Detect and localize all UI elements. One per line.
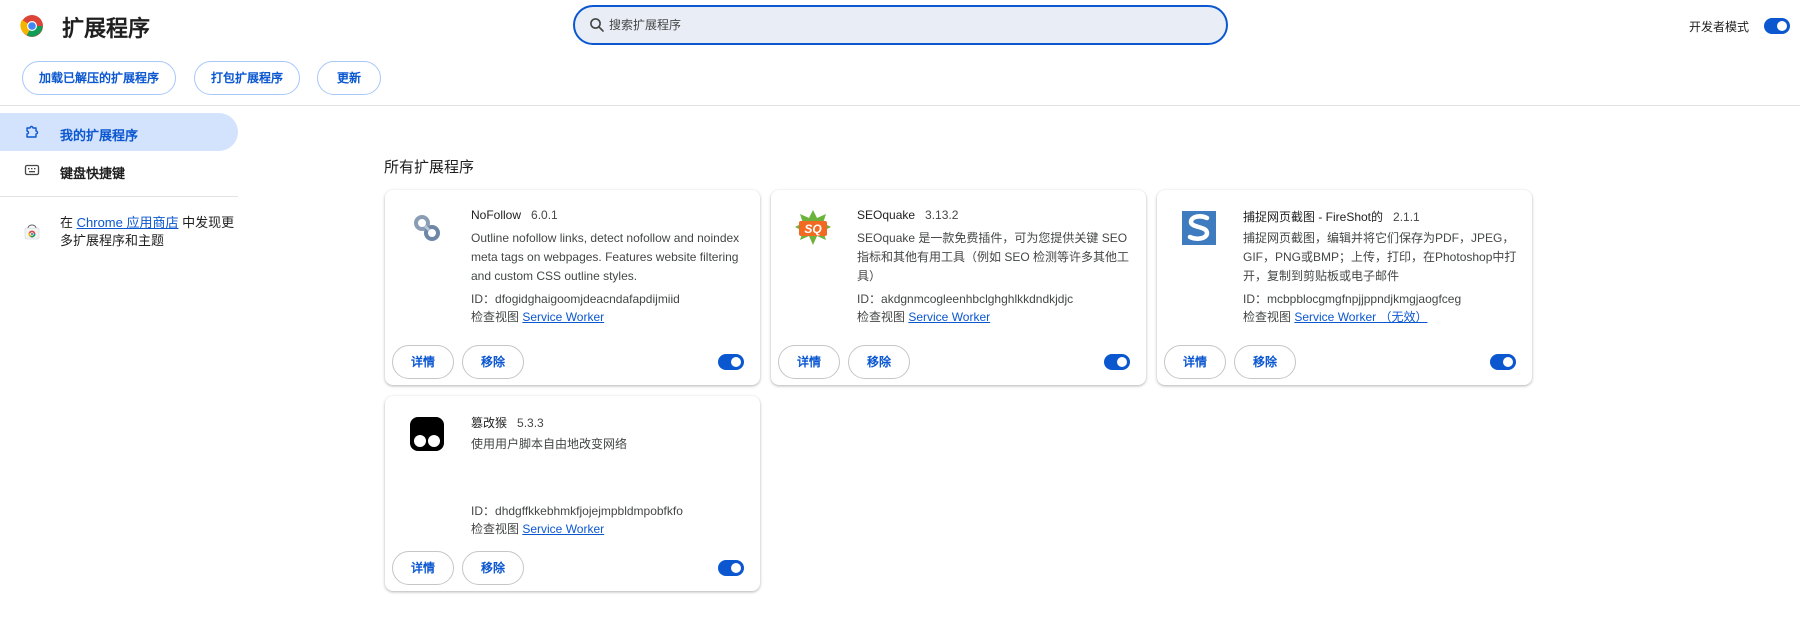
search-input[interactable] (609, 14, 1189, 36)
service-worker-link[interactable]: Service Worker (522, 522, 604, 536)
keyboard-icon (24, 164, 40, 176)
extension-description: 使用用户脚本自由地改变网络 (471, 437, 628, 451)
extension-id: ID：akdgnmcogleenhbclghghlkkdndkjdjc (857, 290, 1073, 307)
pack-extension-button[interactable]: 打包扩展程序 (194, 61, 300, 95)
web-store-link[interactable]: Chrome 应用商店 (77, 215, 179, 230)
inspect-views: 检查视图 Service Worker (471, 520, 604, 537)
remove-button[interactable]: 移除 (848, 345, 910, 379)
id-value: mcbpblocgmgfnpjjppndjkmgjaogfceg (1267, 292, 1462, 306)
details-button[interactable]: 详情 (392, 551, 454, 585)
extension-name: NoFollow (471, 208, 522, 222)
toolbar-divider (0, 105, 1800, 106)
extension-card: NoFollow 6.0.1 Outline nofollow links, de… (385, 190, 760, 385)
page-title: 扩展程序 (62, 16, 151, 41)
id-value: dhdgffkkebhmkfjojejmpbldmpobfkfo (495, 504, 683, 518)
dev-mode-label: 开发者模式 (1689, 20, 1750, 34)
extension-description: 捕捉网页截图，编辑并将它们保存为PDF，JPEG，GIF，PNG或BMP；上传，… (1243, 231, 1517, 283)
inspect-prefix: 检查视图 (471, 310, 523, 324)
sidebar-divider (0, 196, 238, 197)
extension-card: 捕捉网页截图 - FireShot的 2.1.1 捕捉网页截图，编辑并将它们保存为… (1157, 190, 1532, 385)
extension-version: 2.1.1 (1393, 210, 1420, 224)
dev-mode-toggle[interactable] (1764, 18, 1790, 34)
extension-card: SQ SEOquake 3.13.2 SEOquake 是一款免费插件，可为您提供… (771, 190, 1146, 385)
id-prefix: ID： (471, 292, 496, 306)
puzzle-icon (26, 125, 39, 138)
header: 扩展程序 开发者模式 (0, 0, 1800, 50)
extension-description: SEOquake 是一款免费插件，可为您提供关键 SEO 指标和其他有用工具（例… (857, 231, 1130, 283)
sidebar-item-label: 键盘快捷键 (60, 166, 126, 181)
inspect-prefix: 检查视图 (857, 310, 909, 324)
remove-button[interactable]: 移除 (462, 345, 524, 379)
sidebar-item-label: 我的扩展程序 (60, 128, 139, 143)
extension-enable-toggle[interactable] (718, 354, 744, 370)
chrome-logo-icon (20, 15, 43, 37)
extension-name-row: NoFollow 6.0.1 (471, 208, 558, 222)
load-unpacked-button[interactable]: 加载已解压的扩展程序 (22, 61, 176, 95)
seoquake-icon: SQ (795, 210, 831, 245)
extension-version: 5.3.3 (517, 416, 544, 430)
id-prefix: ID： (471, 504, 496, 518)
id-prefix: ID： (857, 292, 882, 306)
extension-name-row: SEOquake 3.13.2 (857, 208, 958, 222)
id-value: akdgnmcogleenhbclghghlkkdndkjdjc (881, 292, 1074, 306)
nofollow-icon (414, 215, 440, 241)
inspect-prefix: 检查视图 (471, 522, 523, 536)
web-store-promo: 在 Chrome 应用商店 中发现更多扩展程序和主题 (60, 214, 235, 250)
fireshot-icon (1182, 211, 1216, 245)
extension-id: ID：dfogidghaigoomjdeacndafapdijmiid (471, 290, 680, 307)
sidebar-item-my-extensions[interactable]: 我的扩展程序 (0, 113, 238, 151)
details-button[interactable]: 详情 (392, 345, 454, 379)
extension-name-row: 捕捉网页截图 - FireShot的 2.1.1 (1243, 208, 1420, 225)
remove-button[interactable]: 移除 (462, 551, 524, 585)
inspect-views: 检查视图 Service Worker (857, 308, 990, 325)
update-button[interactable]: 更新 (317, 61, 381, 95)
extension-enable-toggle[interactable] (1104, 354, 1130, 370)
inspect-prefix: 检查视图 (1243, 310, 1295, 324)
extension-card: 篡改猴 5.3.3 使用用户脚本自由地改变网络 ID：dhdgffkkebhmkf… (385, 396, 760, 591)
extension-enable-toggle[interactable] (718, 560, 744, 576)
search-bar[interactable] (573, 5, 1228, 45)
inspect-views: 检查视图 Service Worker (471, 308, 604, 325)
extension-version: 3.13.2 (925, 208, 959, 222)
tampermonkey-icon (410, 417, 444, 451)
id-prefix: ID： (1243, 292, 1268, 306)
inspect-views: 检查视图 Service Worker （无效） (1243, 308, 1427, 325)
extension-id: ID：mcbpblocgmgfnpjjppndjkmgjaogfceg (1243, 290, 1461, 307)
service-worker-link[interactable]: Service Worker (522, 310, 604, 324)
sidebar-item-keyboard-shortcuts[interactable]: 键盘快捷键 (0, 151, 238, 189)
store-prefix-text: 在 (60, 215, 77, 230)
extension-name-row: 篡改猴 5.3.3 (471, 414, 544, 431)
extension-name: 捕捉网页截图 - FireShot的 (1243, 210, 1384, 224)
id-value: dfogidghaigoomjdeacndafapdijmiid (495, 292, 680, 306)
service-worker-link[interactable]: Service Worker （无效） (1294, 310, 1427, 324)
extension-id: ID：dhdgffkkebhmkfjojejmpbldmpobfkfo (471, 502, 683, 519)
extension-name: 篡改猴 (471, 416, 508, 430)
details-button[interactable]: 详情 (1164, 345, 1226, 379)
service-worker-link[interactable]: Service Worker (908, 310, 990, 324)
extension-version: 6.0.1 (531, 208, 558, 222)
svg-text:SQ: SQ (804, 222, 822, 236)
extension-name: SEOquake (857, 208, 916, 222)
remove-button[interactable]: 移除 (1234, 345, 1296, 379)
extension-enable-toggle[interactable] (1490, 354, 1516, 370)
chrome-web-store-icon (24, 224, 40, 240)
section-title: 所有扩展程序 (384, 159, 475, 176)
search-icon (590, 18, 604, 32)
details-button[interactable]: 详情 (778, 345, 840, 379)
extension-description: Outline nofollow links, detect nofollow … (471, 231, 740, 283)
